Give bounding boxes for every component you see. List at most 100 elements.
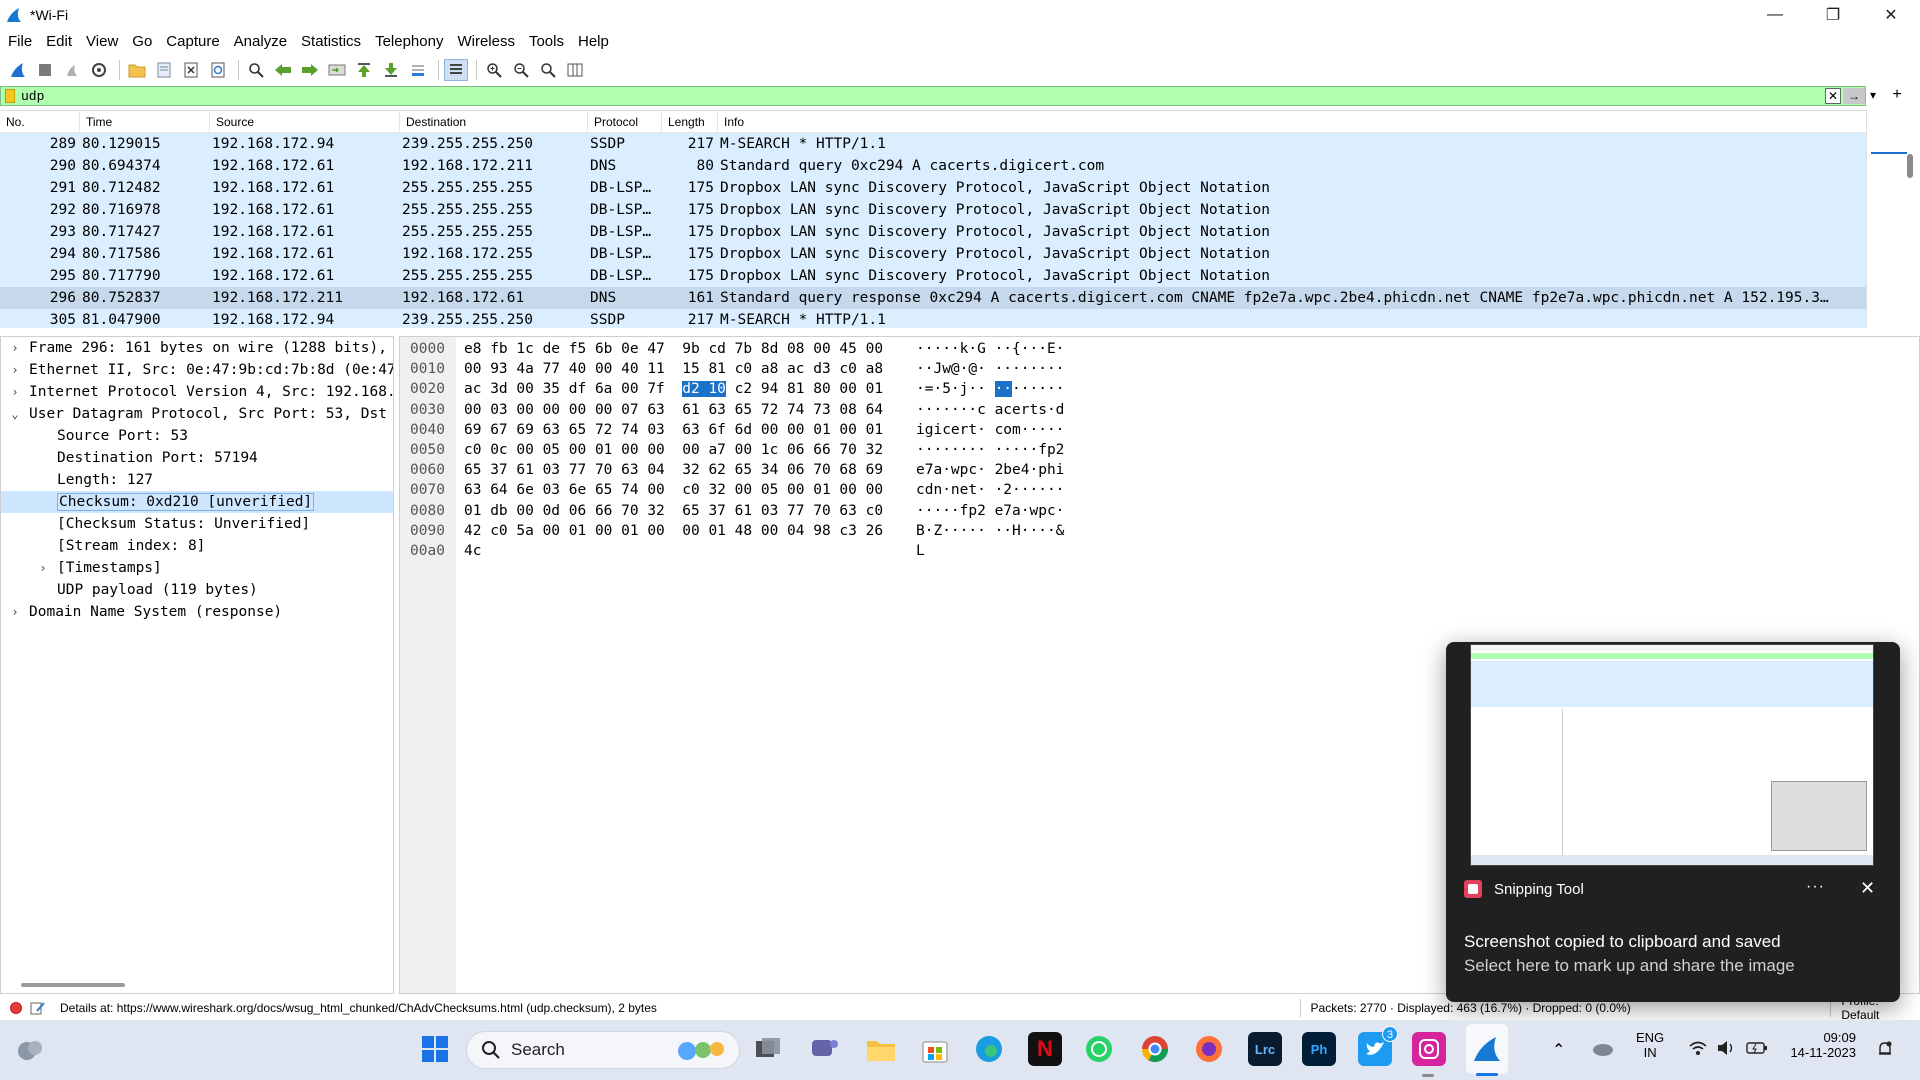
close-file-button[interactable]	[179, 59, 203, 81]
volume-icon[interactable]	[1716, 1040, 1736, 1059]
chevron-right-icon[interactable]: ›	[1, 605, 29, 619]
detail-tree-item[interactable]: ⌄ User Datagram Protocol, Src Port: 53, D…	[1, 403, 393, 425]
ascii-dump[interactable]: ·······c acerts·d	[916, 402, 1064, 422]
capture-comment-icon[interactable]	[30, 1001, 46, 1015]
column-destination[interactable]: Destination	[400, 111, 588, 133]
packet-row[interactable]: 296 80.752837 192.168.172.211 192.168.172.6…	[0, 287, 1866, 309]
microsoft-store-icon[interactable]	[918, 1032, 952, 1066]
notification-bell-icon[interactable]	[1876, 1040, 1894, 1061]
detail-tree-item[interactable]: [Checksum Status: Unverified]	[1, 513, 393, 535]
menu-wireless[interactable]: Wireless	[450, 30, 522, 54]
menu-analyze[interactable]: Analyze	[227, 30, 294, 54]
first-packet-button[interactable]	[352, 59, 376, 81]
stop-capture-button[interactable]	[33, 59, 57, 81]
task-view-icon[interactable]	[752, 1032, 786, 1066]
resize-columns-button[interactable]	[563, 59, 587, 81]
add-filter-button[interactable]: +	[1882, 86, 1912, 104]
ascii-dump[interactable]: B·Z····· ··H····&	[916, 523, 1064, 543]
display-filter-input[interactable]	[21, 88, 1721, 104]
clear-filter-button[interactable]: ✕	[1825, 88, 1841, 104]
ascii-dump[interactable]: L	[916, 543, 933, 563]
hex-row[interactable]: 0020 ac 3d 00 35 df 6a 00 7f d2 10 c2 94 …	[400, 381, 1064, 401]
last-packet-button[interactable]	[379, 59, 403, 81]
packet-row[interactable]: 291 80.712482 192.168.172.61 255.255.255.25…	[0, 177, 1866, 199]
menu-capture[interactable]: Capture	[159, 30, 226, 54]
file-explorer-icon[interactable]	[864, 1032, 898, 1066]
expert-info-icon[interactable]	[10, 1002, 22, 1014]
menu-go[interactable]: Go	[125, 30, 159, 54]
hex-bytes[interactable]: 4c	[456, 543, 916, 563]
hex-bytes[interactable]: 00 03 00 00 00 00 07 63 61 63 65 72 74 7…	[456, 402, 916, 422]
column-length[interactable]: Length	[662, 111, 718, 133]
hex-bytes[interactable]: ac 3d 00 35 df 6a 00 7f d2 10 c2 94 81 8…	[456, 381, 916, 401]
hex-bytes[interactable]: 00 93 4a 77 40 00 40 11 15 81 c0 a8 ac d…	[456, 361, 916, 381]
hex-row[interactable]: 0090 42 c0 5a 00 01 00 01 00 00 01 48 00 …	[400, 523, 1064, 543]
hex-row[interactable]: 0000 e8 fb 1c de f5 6b 0e 47 9b cd 7b 8d …	[400, 341, 1064, 361]
packet-row[interactable]: 295 80.717790 192.168.172.61 255.255.255.25…	[0, 265, 1866, 287]
language-indicator[interactable]: ENG IN	[1636, 1030, 1664, 1060]
hex-bytes[interactable]: e8 fb 1c de f5 6b 0e 47 9b cd 7b 8d 08 0…	[456, 341, 916, 361]
open-file-button[interactable]	[125, 59, 149, 81]
capture-options-button[interactable]	[87, 59, 111, 81]
packet-row[interactable]: 294 80.717586 192.168.172.61 192.168.172.25…	[0, 243, 1866, 265]
chevron-right-icon[interactable]: ›	[1, 363, 29, 377]
detail-tree-item[interactable]: › Ethernet II, Src: 0e:47:9b:cd:7b:8d (0e…	[1, 359, 393, 381]
hex-bytes[interactable]: 69 67 69 63 65 72 74 03 63 6f 6d 00 00 0…	[456, 422, 916, 442]
hex-row[interactable]: 0070 63 64 6e 03 6e 65 74 00 c0 32 00 05 …	[400, 482, 1064, 502]
start-button[interactable]	[418, 1032, 452, 1066]
go-back-button[interactable]	[271, 59, 295, 81]
chrome-icon[interactable]	[1138, 1032, 1172, 1066]
firefox-icon[interactable]	[1192, 1032, 1226, 1066]
menu-edit[interactable]: Edit	[39, 30, 79, 54]
lightroom-classic-icon[interactable]: Lrc	[1248, 1032, 1282, 1066]
column-time[interactable]: Time	[80, 111, 210, 133]
menu-telephony[interactable]: Telephony	[368, 30, 450, 54]
detail-tree-item[interactable]: › Frame 296: 161 bytes on wire (1288 bits…	[1, 337, 393, 359]
detail-tree-item[interactable]: Length: 127	[1, 469, 393, 491]
apply-filter-button[interactable]: →	[1843, 88, 1865, 104]
close-window-button[interactable]: ✕	[1862, 0, 1920, 30]
column-source[interactable]: Source	[210, 111, 400, 133]
detail-tree-item[interactable]: Destination Port: 57194	[1, 447, 393, 469]
hex-row[interactable]: 0050 c0 0c 00 05 00 01 00 00 00 a7 00 1c …	[400, 442, 1064, 462]
normal-size-button[interactable]	[536, 59, 560, 81]
ascii-dump[interactable]: ·=·5·j·· ········	[916, 381, 1064, 401]
hex-row[interactable]: 0010 00 93 4a 77 40 00 40 11 15 81 c0 a8 …	[400, 361, 1064, 381]
snipping-tool-notification[interactable]: Snipping Tool ··· ✕ Screenshot copied to…	[1446, 642, 1900, 1002]
colorize-button[interactable]	[444, 59, 468, 81]
toast-more-button[interactable]: ···	[1806, 878, 1825, 896]
go-forward-button[interactable]	[298, 59, 322, 81]
ascii-dump[interactable]: e7a·wpc· 2be4·phi	[916, 462, 1064, 482]
chevron-right-icon[interactable]: ›	[29, 561, 57, 575]
minimize-button[interactable]: —	[1746, 0, 1804, 30]
detail-tree-item[interactable]: › Domain Name System (response)	[1, 601, 393, 623]
hex-bytes[interactable]: 65 37 61 03 77 70 63 04 32 62 65 34 06 7…	[456, 462, 916, 482]
zoom-out-button[interactable]	[509, 59, 533, 81]
start-capture-button[interactable]	[6, 59, 30, 81]
detail-tree-item[interactable]: Source Port: 53	[1, 425, 393, 447]
chevron-right-icon[interactable]: ›	[1, 385, 29, 399]
edge-icon[interactable]	[972, 1032, 1006, 1066]
hex-row[interactable]: 0040 69 67 69 63 65 72 74 03 63 6f 6d 00 …	[400, 422, 1064, 442]
detail-tree-item[interactable]: [Stream index: 8]	[1, 535, 393, 557]
hex-bytes[interactable]: 01 db 00 0d 06 66 70 32 65 37 61 03 77 7…	[456, 503, 916, 523]
filter-history-dropdown[interactable]: ▾	[1870, 88, 1876, 102]
packet-row[interactable]: 293 80.717427 192.168.172.61 255.255.255.25…	[0, 221, 1866, 243]
reload-file-button[interactable]	[206, 59, 230, 81]
hex-bytes[interactable]: c0 0c 00 05 00 01 00 00 00 a7 00 1c 06 6…	[456, 442, 916, 462]
scroll-thumb[interactable]	[1907, 154, 1913, 178]
column-info[interactable]: Info	[718, 111, 1866, 133]
find-packet-button[interactable]	[244, 59, 268, 81]
packet-list-scrollbar[interactable]	[1866, 110, 1920, 328]
packet-row[interactable]: 289 80.129015 192.168.172.94 239.255.255.25…	[0, 133, 1866, 155]
packet-row[interactable]: 292 80.716978 192.168.172.61 255.255.255.25…	[0, 199, 1866, 221]
column-protocol[interactable]: Protocol	[588, 111, 662, 133]
selected-ascii-bytes[interactable]: ··	[994, 381, 1013, 398]
selected-hex-bytes[interactable]: d2 10	[682, 381, 726, 398]
packet-row[interactable]: 305 81.047900 192.168.172.94 239.255.255.25…	[0, 309, 1866, 328]
onedrive-icon[interactable]	[1590, 1040, 1614, 1059]
weather-widget-icon[interactable]	[12, 1032, 46, 1066]
menu-statistics[interactable]: Statistics	[294, 30, 368, 54]
auto-scroll-button[interactable]	[406, 59, 430, 81]
hex-bytes[interactable]: 42 c0 5a 00 01 00 01 00 00 01 48 00 04 9…	[456, 523, 916, 543]
